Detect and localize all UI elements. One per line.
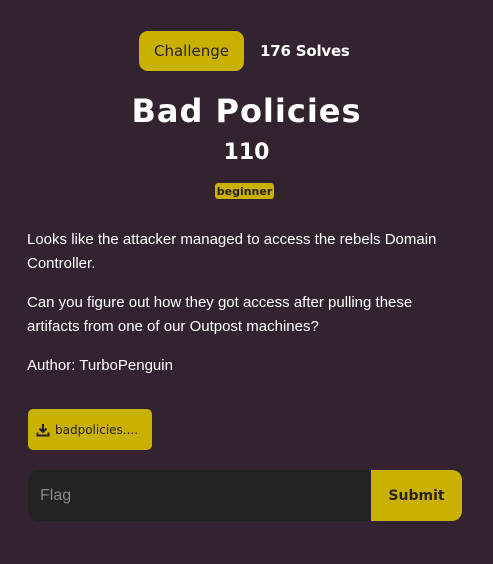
flag-input[interactable] (28, 470, 371, 521)
modal-tabs: Challenge 176 Solves (139, 31, 350, 71)
challenge-description: Looks like the attacker managed to acces… (27, 228, 467, 393)
download-file-button[interactable]: badpolicies.... (28, 409, 152, 450)
challenge-tag: beginner (215, 183, 274, 199)
submit-button[interactable]: Submit (371, 470, 462, 521)
flag-form: Submit (28, 470, 462, 521)
description-paragraph: Looks like the attacker managed to acces… (27, 231, 437, 272)
download-icon (36, 423, 50, 436)
tab-solves[interactable]: 176 Solves (260, 42, 350, 60)
challenge-modal: Challenge 176 Solves Bad Policies 110 be… (0, 0, 493, 564)
challenge-points: 110 (223, 140, 270, 165)
description-paragraph: Can you figure out how they got access a… (27, 294, 413, 335)
challenge-title: Bad Policies (131, 92, 362, 130)
tab-challenge[interactable]: Challenge (139, 31, 244, 71)
author-line: Author: TurboPenguin (27, 357, 173, 374)
download-file-label: badpolicies.... (55, 422, 139, 437)
